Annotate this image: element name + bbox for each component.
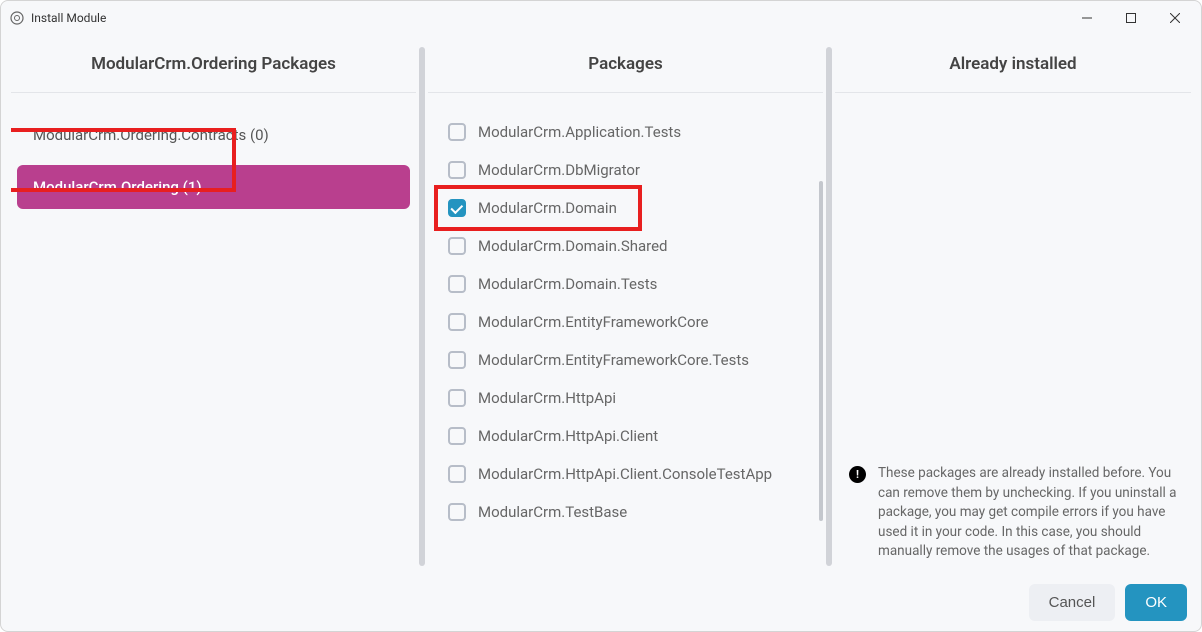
package-label: ModularCrm.Application.Tests bbox=[478, 123, 681, 141]
package-item[interactable]: ModularCrm.TestBase bbox=[434, 493, 817, 531]
package-label: ModularCrm.DbMigrator bbox=[478, 161, 640, 179]
maximize-button[interactable] bbox=[1109, 3, 1153, 33]
package-item[interactable]: ModularCrm.DbMigrator bbox=[434, 151, 817, 189]
content: ModularCrm.Ordering Packages ModularCrm.… bbox=[1, 34, 1201, 631]
package-checkbox[interactable] bbox=[448, 389, 466, 407]
package-item[interactable]: ModularCrm.Application.Tests bbox=[434, 113, 817, 151]
cancel-button[interactable]: Cancel bbox=[1029, 584, 1116, 621]
package-checkbox[interactable] bbox=[448, 275, 466, 293]
info-message: ! These packages are already installed b… bbox=[849, 464, 1181, 562]
package-item[interactable]: ModularCrm.EntityFrameworkCore bbox=[434, 303, 817, 341]
column-divider-2 bbox=[826, 47, 832, 566]
package-checkbox[interactable] bbox=[448, 199, 466, 217]
info-icon: ! bbox=[849, 466, 866, 483]
minimize-button[interactable] bbox=[1065, 3, 1109, 33]
column-divider-1 bbox=[419, 47, 425, 566]
close-button[interactable] bbox=[1153, 3, 1197, 33]
package-label: ModularCrm.HttpApi.Client bbox=[478, 427, 658, 445]
package-checkbox[interactable] bbox=[448, 313, 466, 331]
left-list-item[interactable]: ModularCrm.Ordering.Contracts (0) bbox=[17, 113, 410, 157]
ok-button[interactable]: OK bbox=[1125, 584, 1187, 621]
package-item[interactable]: ModularCrm.Domain bbox=[434, 189, 817, 227]
app-icon bbox=[9, 10, 25, 26]
install-module-window: Install Module ModularCrm.Ordering Packa… bbox=[0, 0, 1202, 632]
info-text: These packages are already installed bef… bbox=[878, 464, 1181, 562]
window-title: Install Module bbox=[31, 11, 106, 25]
columns: ModularCrm.Ordering Packages ModularCrm.… bbox=[11, 39, 1191, 574]
package-checkbox[interactable] bbox=[448, 237, 466, 255]
column-packages: Packages ModularCrm.Application.TestsMod… bbox=[428, 39, 823, 574]
column-installed: Already installed ! These packages are a… bbox=[835, 39, 1191, 574]
package-checkbox[interactable] bbox=[448, 123, 466, 141]
package-checkbox[interactable] bbox=[448, 351, 466, 369]
package-item[interactable]: ModularCrm.Domain.Tests bbox=[434, 265, 817, 303]
package-checkbox[interactable] bbox=[448, 427, 466, 445]
package-label: ModularCrm.TestBase bbox=[478, 503, 627, 521]
package-label: ModularCrm.Domain.Tests bbox=[478, 275, 657, 293]
footer: Cancel OK bbox=[11, 574, 1191, 621]
scrollbar-thumb[interactable] bbox=[819, 181, 823, 521]
package-checkbox[interactable] bbox=[448, 161, 466, 179]
left-list-item[interactable]: ModularCrm.Ordering (1) bbox=[17, 165, 410, 209]
column-packages-header: Packages bbox=[428, 39, 823, 93]
column-left-header: ModularCrm.Ordering Packages bbox=[11, 39, 416, 93]
package-label: ModularCrm.HttpApi.Client.ConsoleTestApp bbox=[478, 465, 772, 483]
titlebar: Install Module bbox=[1, 1, 1201, 34]
package-item[interactable]: ModularCrm.HttpApi.Client.ConsoleTestApp bbox=[434, 455, 817, 493]
window-controls bbox=[1065, 3, 1197, 33]
package-label: ModularCrm.HttpApi bbox=[478, 389, 616, 407]
column-left: ModularCrm.Ordering Packages ModularCrm.… bbox=[11, 39, 416, 574]
package-checkbox[interactable] bbox=[448, 465, 466, 483]
column-installed-header: Already installed bbox=[835, 39, 1191, 93]
left-list: ModularCrm.Ordering.Contracts (0) Modular… bbox=[11, 93, 416, 574]
package-label: ModularCrm.Domain.Shared bbox=[478, 237, 668, 255]
package-item[interactable]: ModularCrm.HttpApi bbox=[434, 379, 817, 417]
package-checkbox[interactable] bbox=[448, 503, 466, 521]
package-item[interactable]: ModularCrm.Domain.Shared bbox=[434, 227, 817, 265]
package-item[interactable]: ModularCrm.HttpApi.Client bbox=[434, 417, 817, 455]
package-label: ModularCrm.Domain bbox=[478, 199, 617, 217]
package-item[interactable]: ModularCrm.EntityFrameworkCore.Tests bbox=[434, 341, 817, 379]
installed-body: ! These packages are already installed b… bbox=[835, 93, 1191, 574]
package-label: ModularCrm.EntityFrameworkCore bbox=[478, 313, 708, 331]
package-label: ModularCrm.EntityFrameworkCore.Tests bbox=[478, 351, 749, 369]
packages-list: ModularCrm.Application.Tests ModularCrm.D… bbox=[428, 93, 823, 574]
